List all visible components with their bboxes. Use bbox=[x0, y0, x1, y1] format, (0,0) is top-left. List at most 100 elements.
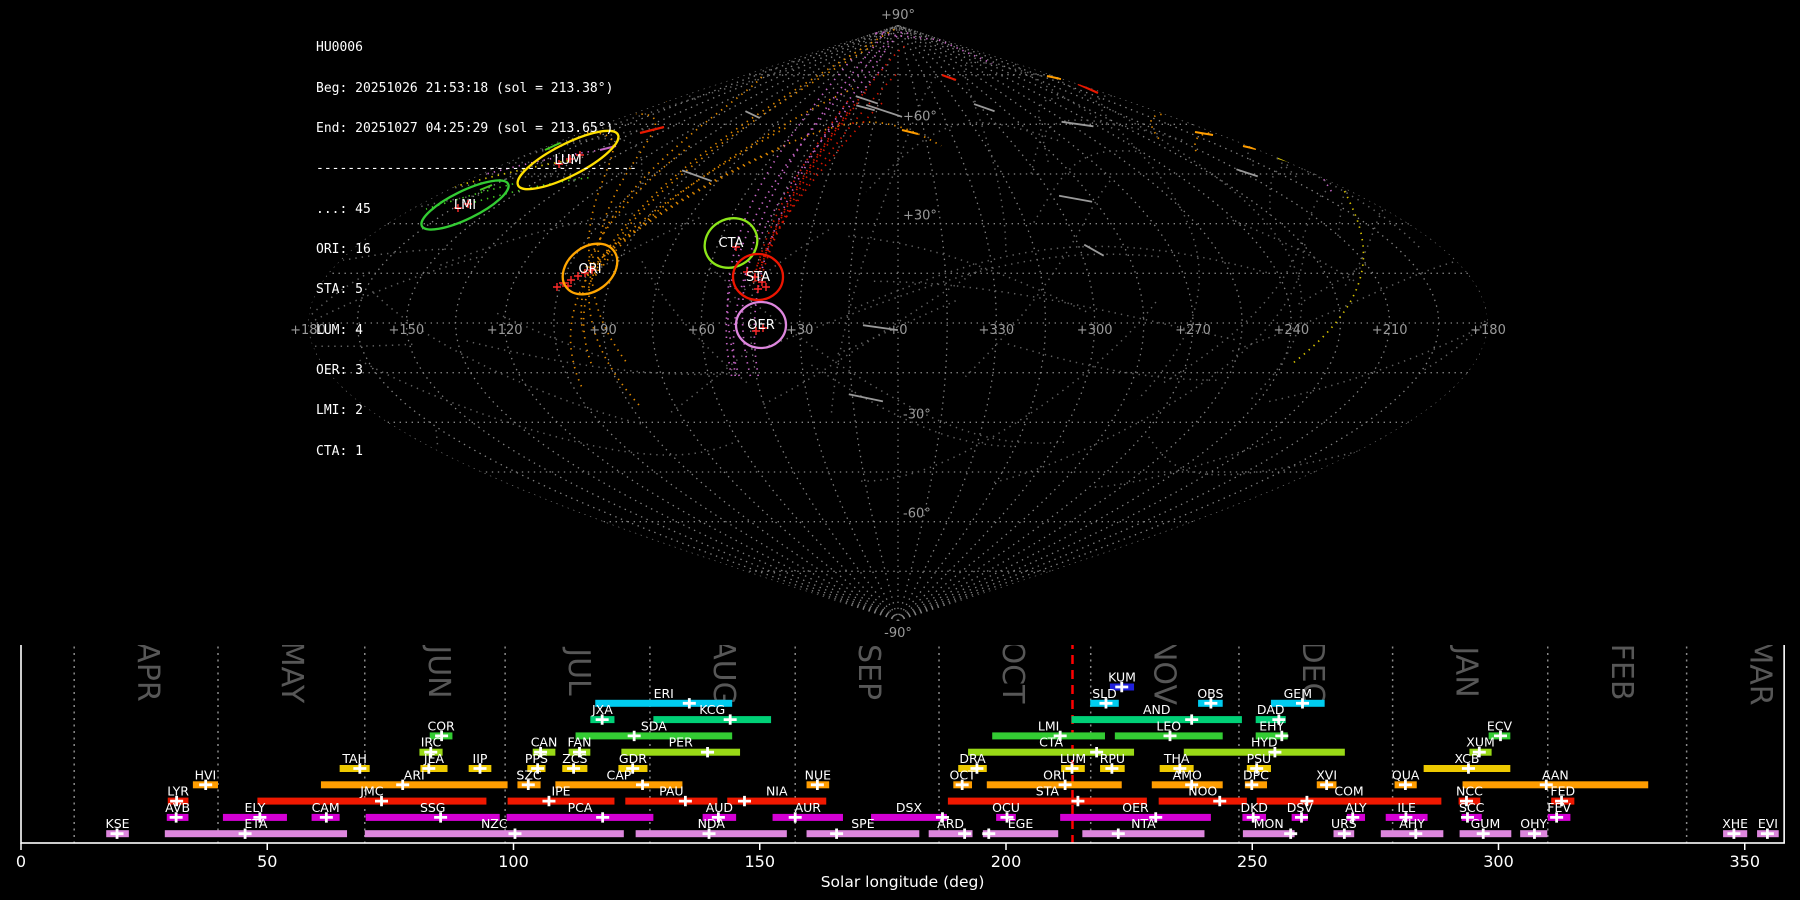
shower-peak-marker-eri bbox=[683, 698, 696, 708]
shower-bar-label-sta: STA bbox=[1036, 784, 1060, 799]
trail-sporadic bbox=[513, 67, 1421, 249]
count-sporadic: ...: 45 bbox=[316, 203, 637, 216]
shower-bar-label-avb: AVB bbox=[165, 800, 190, 815]
shower-bar-label-xcb: XCB bbox=[1454, 751, 1479, 766]
trail-sporadic bbox=[831, 77, 935, 414]
shower-bar-label-pau: PAU bbox=[659, 784, 683, 799]
month-label-apr: APR bbox=[130, 645, 165, 702]
shower-bar-label-ari: ARI bbox=[404, 767, 425, 782]
shower-bar-kcg bbox=[653, 716, 771, 723]
shower-bar-label-dsx: DSX bbox=[896, 800, 923, 815]
trail-sporadic bbox=[790, 61, 1113, 128]
shower-bar-label-ege: EGE bbox=[1008, 816, 1034, 831]
trail-sporadic bbox=[847, 236, 1086, 311]
divider-line: ----------------------------------------… bbox=[316, 162, 637, 175]
shower-peak-marker-spe bbox=[830, 829, 843, 839]
shower-bar-label-lyr: LYR bbox=[167, 784, 189, 799]
begin-time: Beg: 20251026 21:53:18 (sol = 213.38°) bbox=[316, 82, 637, 95]
equator-longitude-label: +60 bbox=[688, 323, 715, 338]
shower-bar-label-fev: FEV bbox=[1547, 800, 1571, 815]
latitude-label: +30° bbox=[903, 209, 937, 224]
meteor-segment bbox=[652, 96, 667, 101]
x-axis-tick-label: 250 bbox=[1237, 852, 1268, 871]
month-label-jun: JUN bbox=[421, 645, 456, 699]
shower-bar-noo bbox=[1159, 798, 1247, 805]
month-label-mar: MAR bbox=[1743, 645, 1778, 706]
shower-peak-marker-kcg bbox=[724, 714, 737, 724]
shower-bar-label-eta: ETA bbox=[244, 816, 268, 831]
shower-bar-label-dad: DAD bbox=[1257, 702, 1285, 717]
pole-bottom-label: -90° bbox=[884, 626, 912, 641]
shower-bar-label-per: PER bbox=[669, 735, 693, 750]
count-oer: OER: 3 bbox=[316, 364, 637, 377]
shower-bar-label-tah: TAH bbox=[341, 751, 367, 766]
shower-bar-label-sda: SDA bbox=[641, 718, 667, 733]
shower-bar-label-gum: GUM bbox=[1471, 816, 1501, 831]
meteor-radiant-plot-screen: HU0006 Beg: 20251026 21:53:18 (sol = 213… bbox=[0, 0, 1800, 900]
shower-bar-label-noo: NOO bbox=[1188, 784, 1217, 799]
shower-ellipse-label-cta: CTA bbox=[719, 236, 744, 251]
shower-bar-sda bbox=[576, 732, 733, 739]
month-label-jul: JUL bbox=[561, 646, 596, 696]
trail-sporadic bbox=[761, 69, 1302, 399]
trail-sta bbox=[762, 89, 869, 277]
shower-bar-label-nzc: NZC bbox=[481, 816, 508, 831]
meteor-segment bbox=[849, 394, 883, 401]
shower-bar-label-psu: PSU bbox=[1247, 751, 1272, 766]
count-sta: STA: 5 bbox=[316, 283, 637, 296]
shower-peak-marker-and bbox=[1185, 714, 1198, 724]
shower-bar-eta bbox=[165, 830, 347, 837]
month-label-nov: NOV bbox=[1147, 645, 1182, 705]
trail-sporadic bbox=[852, 246, 1267, 309]
shower-peak-marker-nzc bbox=[508, 829, 521, 839]
shower-peak-marker-per bbox=[701, 747, 714, 757]
shower-bar-label-jea: JEA bbox=[423, 751, 445, 766]
x-axis-tick-label: 200 bbox=[991, 852, 1022, 871]
meteor-segment bbox=[902, 130, 918, 134]
meteor-segment bbox=[1059, 196, 1092, 202]
trail-sporadic bbox=[670, 348, 753, 414]
trail-oer bbox=[742, 32, 992, 376]
shower-bar-label-nta: NTA bbox=[1131, 816, 1156, 831]
shower-bar-label-ipe: IPE bbox=[551, 784, 570, 799]
shower-bar-label-spe: SPE bbox=[851, 816, 874, 831]
shower-peak-marker-nta bbox=[1112, 829, 1125, 839]
equator-longitude-label: +210 bbox=[1372, 323, 1408, 338]
radiant-plus-marker bbox=[754, 285, 762, 293]
latitude-label: +60° bbox=[903, 109, 937, 124]
shower-bar-label-nia: NIA bbox=[766, 784, 788, 799]
activity-timeline-chart: APRMAYJUNJULAUGSEPOCTNOVDECJANFEBMARKUME… bbox=[0, 645, 1800, 900]
observation-info-panel: HU0006 Beg: 20251026 21:53:18 (sol = 213… bbox=[316, 14, 637, 485]
count-ori: ORI: 16 bbox=[316, 243, 637, 256]
shower-bar-label-can: CAN bbox=[531, 735, 558, 750]
shower-bar-label-cta: CTA bbox=[1039, 735, 1063, 750]
shower-bar-label-tha: THA bbox=[1163, 751, 1190, 766]
pole-top-label: +90° bbox=[881, 8, 915, 23]
shower-bar-label-dsv: DSV bbox=[1287, 800, 1314, 815]
month-label-feb: FEB bbox=[1604, 645, 1639, 700]
shower-bar-label-eri: ERI bbox=[654, 686, 674, 701]
month-label-oct: OCT bbox=[995, 645, 1030, 704]
shower-ellipse-label-oer: OER bbox=[747, 318, 774, 333]
trail-ori bbox=[584, 122, 941, 272]
end-time: End: 20251027 04:25:29 (sol = 213.65°) bbox=[316, 122, 637, 135]
meteor-segment bbox=[682, 170, 712, 181]
shower-bar-label-kcg: KCG bbox=[699, 702, 725, 717]
shower-bar-label-ahy: AHY bbox=[1399, 816, 1425, 831]
count-cta: CTA: 1 bbox=[316, 445, 637, 458]
shower-bar-label-oer: OER bbox=[1122, 800, 1149, 815]
equator-longitude-label: +300 bbox=[1077, 323, 1113, 338]
x-axis-tick-label: 150 bbox=[744, 852, 775, 871]
meteor-segment bbox=[1078, 84, 1098, 93]
trail-sporadic bbox=[966, 181, 1111, 377]
trail-sporadic bbox=[689, 96, 1199, 400]
shower-bar-label-nda: NDA bbox=[698, 816, 726, 831]
latitude-label: -60° bbox=[903, 507, 931, 522]
trail-sporadic bbox=[1296, 265, 1366, 306]
trail-sporadic bbox=[866, 123, 1058, 192]
equator-longitude-label: +270 bbox=[1175, 323, 1211, 338]
equator-longitude-label: +180 bbox=[1470, 323, 1506, 338]
shower-bar-label-aly: ALY bbox=[1345, 800, 1367, 815]
shower-bar-label-and: AND bbox=[1143, 702, 1171, 717]
shower-bar-label-gem: GEM bbox=[1284, 686, 1312, 701]
